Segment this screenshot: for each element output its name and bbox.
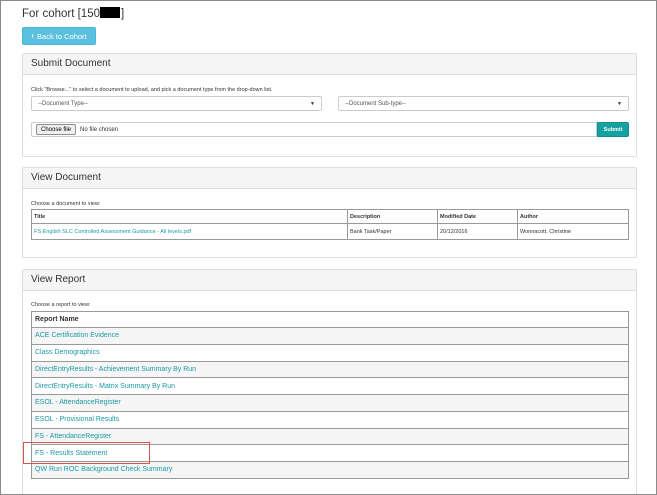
file-status: No file chosen xyxy=(80,126,119,133)
page-title: For cohort [150] xyxy=(22,7,124,20)
col-modified-date: Modified Date xyxy=(437,209,518,224)
table-header-row: Title Description Modified Date Author xyxy=(31,209,629,224)
chevron-down-icon: ▼ xyxy=(617,100,622,107)
back-button-label: Back to Cohort xyxy=(37,31,87,41)
table-row: FS English SLC Controlled Assessment Gui… xyxy=(31,223,629,240)
cohort-suffix: ] xyxy=(120,8,125,20)
chevron-left-icon: ‹ xyxy=(31,31,35,40)
col-description: Description xyxy=(347,209,438,224)
submit-hint: Click "Browse..." to select a document t… xyxy=(31,87,273,93)
document-description: Bank Task/Paper xyxy=(347,223,438,240)
table-row: ESOL - AttendanceRegister xyxy=(31,394,629,412)
report-link-fs-attendance-register[interactable]: FS - AttendanceRegister xyxy=(31,427,629,446)
document-type-value: --Document Type-- xyxy=(38,100,88,107)
report-link-esol-provisional-results[interactable]: ESOL - Provisional Results xyxy=(31,410,629,429)
table-row: ACE Certification Evidence xyxy=(31,327,629,345)
col-title: Title xyxy=(31,209,348,224)
table-row: Class Demographics xyxy=(31,343,629,362)
document-subtype-select[interactable]: --Document Sub-type-- ▼ xyxy=(338,96,629,111)
view-panel-heading: View Document xyxy=(23,168,636,189)
document-modified-date: 20/12/2016 xyxy=(437,223,518,240)
submit-document-panel: Submit Document Click "Browse..." to sel… xyxy=(22,53,637,157)
page-frame: For cohort [150] ‹ Back to Cohort Submit… xyxy=(0,0,657,495)
table-row: FS - AttendanceRegister xyxy=(31,427,629,446)
document-author: Wonnacott, Christine xyxy=(517,223,629,240)
document-table: Title Description Modified Date Author F… xyxy=(31,209,629,240)
submit-panel-heading: Submit Document xyxy=(23,54,636,75)
document-link[interactable]: FS English SLC Controlled Assessment Gui… xyxy=(31,223,348,240)
view-hint: Choose a document to view: xyxy=(31,201,101,207)
report-link-matrix-summary[interactable]: DirectEntryResults - Matrix Summary By R… xyxy=(31,377,629,395)
col-report-name: Report Name xyxy=(31,311,629,328)
report-hint: Choose a report to view: xyxy=(31,302,91,308)
report-link-class-demographics[interactable]: Class Demographics xyxy=(31,343,629,362)
report-link-qw-run-roc-background-check[interactable]: QW Run ROC Background Check Summary xyxy=(31,461,629,479)
view-document-panel: View Document Choose a document to view:… xyxy=(22,167,637,258)
file-input[interactable]: Choose file No file chosen xyxy=(31,122,597,137)
report-link-esol-attendance-register[interactable]: ESOL - AttendanceRegister xyxy=(31,394,629,412)
redacted-block xyxy=(99,7,120,18)
table-row: QW Run ROC Background Check Summary xyxy=(31,461,629,479)
chevron-down-icon: ▼ xyxy=(310,100,315,107)
document-subtype-value: --Document Sub-type-- xyxy=(345,100,407,107)
report-link-achievement-summary[interactable]: DirectEntryResults - Achievement Summary… xyxy=(31,360,629,379)
col-author: Author xyxy=(517,209,629,224)
document-type-select[interactable]: --Document Type-- ▼ xyxy=(31,96,322,111)
table-row: DirectEntryResults - Matrix Summary By R… xyxy=(31,377,629,395)
report-link-ace-certification-evidence[interactable]: ACE Certification Evidence xyxy=(31,327,629,345)
table-row: DirectEntryResults - Achievement Summary… xyxy=(31,360,629,379)
cohort-prefix: For cohort [150 xyxy=(22,8,100,20)
back-to-cohort-button[interactable]: ‹ Back to Cohort xyxy=(22,27,96,45)
table-row: FS - Results Statement xyxy=(31,444,629,462)
table-header-row: Report Name xyxy=(31,311,629,328)
view-report-panel: View Report Choose a report to view: Rep… xyxy=(22,269,637,494)
choose-file-button[interactable]: Choose file xyxy=(36,124,77,135)
submit-button[interactable]: Submit xyxy=(597,122,629,137)
report-link-fs-results-statement[interactable]: FS - Results Statement xyxy=(31,444,629,462)
table-row: ESOL - Provisional Results xyxy=(31,410,629,429)
report-table: Report Name ACE Certification Evidence C… xyxy=(31,311,629,479)
report-panel-heading: View Report xyxy=(23,270,636,291)
